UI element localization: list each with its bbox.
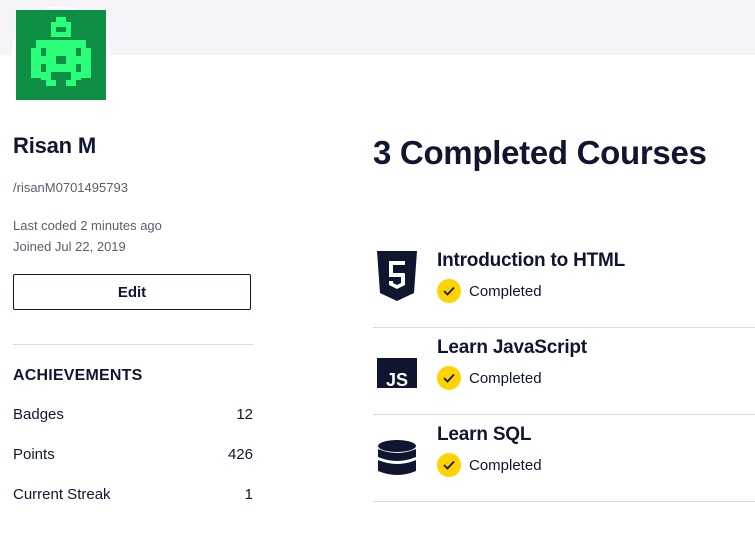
course-item-html[interactable]: Introduction to HTML Completed (373, 241, 755, 328)
html5-icon (377, 251, 417, 301)
course-status: Completed (437, 279, 542, 303)
course-item-sql[interactable]: Learn SQL Completed (373, 415, 755, 502)
check-icon (437, 279, 461, 303)
stat-current-streak: Current Streak 1 (13, 486, 253, 503)
joined-date: Joined Jul 22, 2019 (13, 239, 126, 254)
status-label: Completed (469, 282, 542, 300)
stat-label: Badges (13, 406, 64, 423)
profile-header-band (0, 0, 755, 55)
divider (13, 344, 253, 345)
course-name[interactable]: Learn JavaScript (437, 337, 587, 359)
status-label: Completed (469, 369, 542, 387)
pixel-robot-avatar-icon (16, 10, 106, 100)
last-coded: Last coded 2 minutes ago (13, 218, 162, 233)
stat-value: 12 (236, 406, 253, 423)
edit-profile-button[interactable]: Edit (13, 274, 251, 310)
profile-handle: /risanM0701495793 (13, 180, 128, 195)
status-label: Completed (469, 456, 542, 474)
stat-badges: Badges 12 (13, 406, 253, 423)
check-icon (437, 453, 461, 477)
database-icon (377, 425, 417, 475)
stat-label: Points (13, 446, 55, 463)
achievements-heading: ACHIEVEMENTS (13, 367, 143, 384)
avatar[interactable] (12, 6, 110, 104)
stat-value: 1 (244, 486, 253, 503)
course-name[interactable]: Learn SQL (437, 424, 531, 446)
course-status: Completed (437, 366, 542, 390)
svg-text:JS: JS (386, 370, 408, 388)
course-name[interactable]: Introduction to HTML (437, 250, 625, 272)
course-item-javascript[interactable]: JS Learn JavaScript Completed (373, 328, 755, 415)
completed-courses-title: 3 Completed Courses (373, 134, 707, 171)
stat-value: 426 (227, 446, 253, 463)
stat-label: Current Streak (13, 486, 111, 503)
profile-name: Risan M (13, 133, 96, 158)
check-icon (437, 366, 461, 390)
javascript-icon: JS (377, 338, 417, 398)
stat-points: Points 426 (13, 446, 253, 463)
course-status: Completed (437, 453, 542, 477)
